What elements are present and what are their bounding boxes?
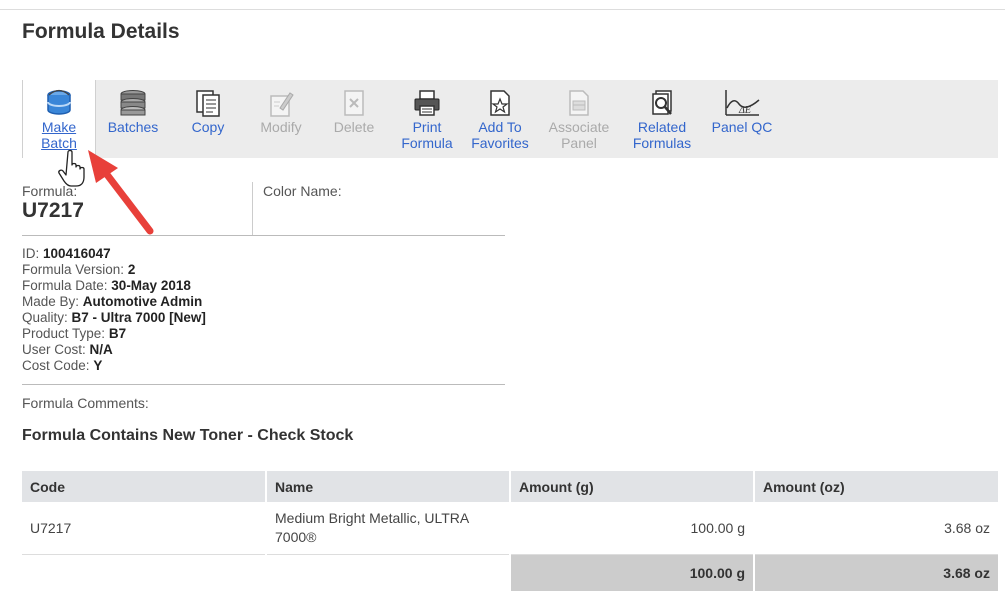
header-divider [22,235,505,236]
panel-qc-button[interactable]: ΔE Panel QC [704,80,780,158]
related-formulas-label: Related Formulas [632,119,692,151]
column-header-amount-oz[interactable]: Amount (oz) [753,471,998,502]
total-amount-g: 100.00 g [509,554,754,591]
associate-panel-button[interactable]: Associate Panel [538,80,620,158]
total-amount-oz: 3.68 oz [753,554,998,591]
delete-label: Delete [333,119,375,135]
detail-formula-date: Formula Date: 30-May 2018 [22,278,191,293]
print-formula-button[interactable]: Print Formula [390,80,464,158]
print-formula-label: Print Formula [401,119,453,151]
detail-user-cost: User Cost: N/A [22,342,113,357]
copy-icon [196,90,220,117]
total-empty-cell [265,554,510,591]
batches-label: Batches [107,119,159,135]
printer-icon [414,90,440,116]
table-header-row: Code Name Amount (g) Amount (oz) [22,471,998,502]
formula-toolbar: Make Batch Batches Copy Modify Delete Pr… [22,80,998,158]
delta-e-chart-icon: ΔE [725,90,760,116]
top-divider [0,9,1005,10]
make-batch-button[interactable]: Make Batch [22,80,96,158]
details-divider [22,384,505,385]
associate-panel-icon [569,90,589,116]
formula-components-table: Code Name Amount (g) Amount (oz) U7217 M… [22,471,998,591]
star-document-icon [490,90,510,116]
column-header-code[interactable]: Code [22,471,266,502]
detail-quality: Quality: B7 - Ultra 7000 [New] [22,310,206,325]
detail-made-by: Made By: Automotive Admin [22,294,203,309]
formula-details: ID: 100416047 Formula Version: 2 Formula… [22,246,206,374]
new-toner-warning: Formula Contains New Toner - Check Stock [22,427,354,444]
page-title: Formula Details [22,20,180,43]
column-header-name[interactable]: Name [265,471,510,502]
associate-panel-label: Associate Panel [548,119,610,151]
batches-button[interactable]: Batches [96,80,170,158]
formula-label: Formula: [22,183,78,199]
cell-name: Medium Bright Metallic, ULTRA 7000® [265,502,510,555]
batches-stack-icon [120,90,146,116]
table-row: U7217 Medium Bright Metallic, ULTRA 7000… [22,502,998,555]
detail-product-type: Product Type: B7 [22,326,127,341]
red-arrow-icon [88,150,154,235]
header-vertical-divider [252,182,253,235]
detail-id: ID: 100416047 [22,246,111,261]
formula-comments-label: Formula Comments: [22,395,149,411]
panel-qc-label: Panel QC [711,119,773,135]
add-to-favorites-label: Add To Favorites [471,119,529,151]
make-batch-label: Make Batch [41,119,77,151]
formula-code: U7217 [22,199,84,222]
modify-icon [270,92,294,117]
color-name-label: Color Name: [263,183,342,199]
delete-button[interactable]: Delete [318,80,390,158]
table-total-row: 100.00 g 3.68 oz [22,554,998,592]
cell-code: U7217 [22,502,266,555]
modify-label: Modify [260,119,302,135]
svg-text:ΔE: ΔE [738,105,751,116]
related-formulas-button[interactable]: Related Formulas [622,80,702,158]
total-empty-cell [22,555,266,592]
add-to-favorites-button[interactable]: Add To Favorites [464,80,536,158]
detail-cost-code: Cost Code: Y [22,358,103,373]
cell-amount-oz: 3.68 oz [753,502,998,555]
cell-amount-g: 100.00 g [509,502,754,555]
delete-icon [344,90,364,116]
modify-button[interactable]: Modify [244,80,318,158]
column-header-amount-g[interactable]: Amount (g) [509,471,754,502]
copy-label: Copy [191,119,225,135]
paint-can-icon [47,89,71,115]
detail-formula-version: Formula Version: 2 [22,262,136,277]
copy-button[interactable]: Copy [172,80,244,158]
search-documents-icon [652,90,672,115]
